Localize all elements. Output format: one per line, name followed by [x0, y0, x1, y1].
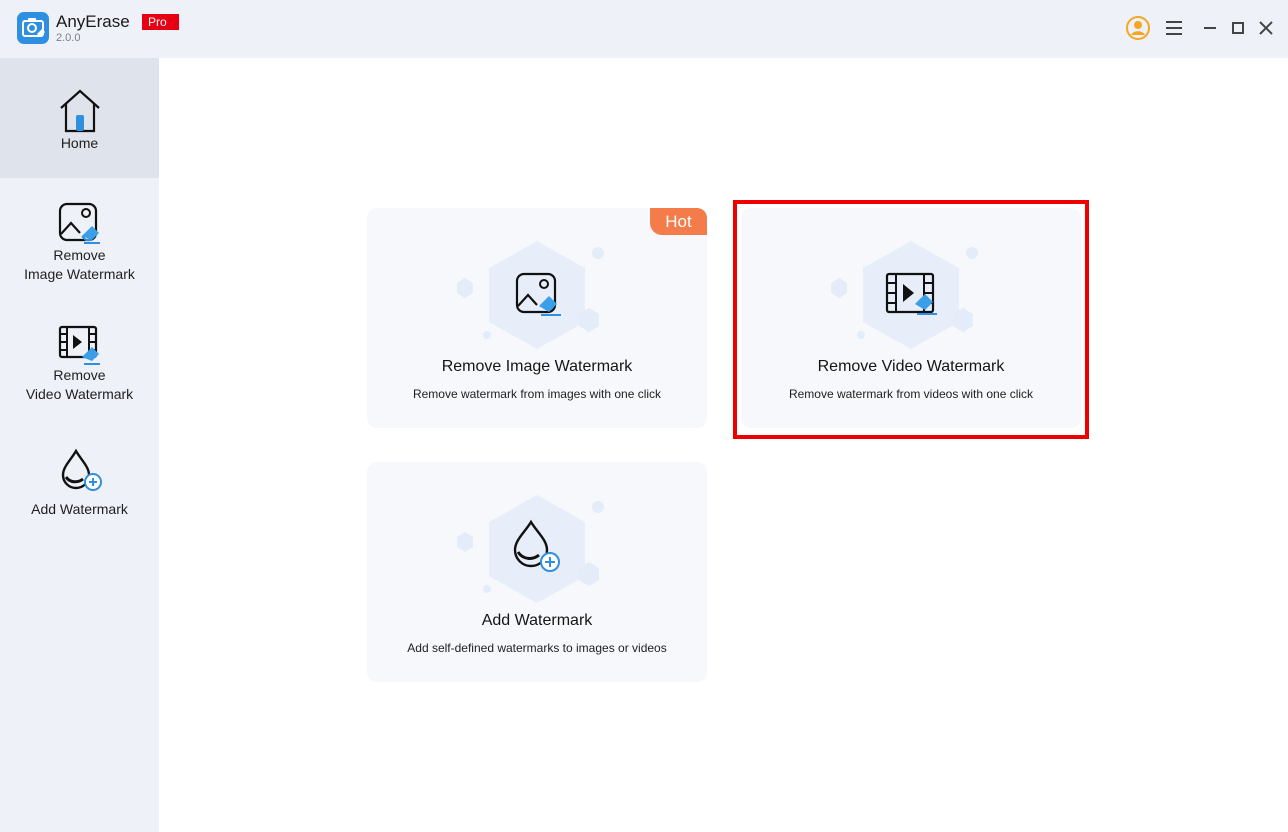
image-eraser-icon [56, 200, 104, 246]
card-description: Add self-defined watermarks to images or… [407, 641, 667, 655]
maximize-icon[interactable] [1224, 14, 1252, 42]
card-illustration [367, 462, 707, 612]
user-icon[interactable] [1124, 14, 1152, 42]
video-eraser-icon [56, 323, 104, 369]
add-watermark-card[interactable]: Add Watermark Add self-defined watermark… [367, 462, 707, 682]
remove-image-watermark-card[interactable]: Hot Remove Image Watermark Remove waterm… [367, 208, 707, 428]
title-bar: AnyErase 2.0.0 Pro [0, 0, 1288, 58]
main-content: Hot Remove Image Watermark Remove waterm… [159, 58, 1288, 832]
card-title: Remove Video Watermark [817, 358, 1005, 375]
hot-badge: Hot [650, 208, 707, 235]
app-name: AnyErase [56, 12, 130, 31]
sidebar-item-label: Image Watermark [24, 266, 135, 282]
card-description: Remove watermark from videos with one cl… [788, 387, 1034, 401]
home-icon [56, 88, 104, 134]
card-illustration [741, 208, 1081, 358]
sidebar-item-remove-video-watermark[interactable]: Remove Video Watermark [0, 303, 159, 423]
remove-video-watermark-card[interactable]: Remove Video Watermark Remove watermark … [741, 208, 1081, 428]
sidebar-item-add-watermark[interactable]: Add Watermark [0, 423, 159, 533]
sidebar-item-label: Remove [53, 367, 106, 383]
close-icon[interactable] [1252, 14, 1280, 42]
menu-icon[interactable] [1160, 14, 1188, 42]
sidebar-item-label: Add Watermark [31, 501, 128, 517]
sidebar: Home Remove Image Watermark Remove Video… [0, 58, 159, 832]
app-version: 2.0.0 [56, 32, 81, 44]
drop-add-icon [56, 447, 104, 493]
sidebar-item-label: Remove [53, 247, 106, 263]
card-title: Add Watermark [481, 612, 593, 629]
minimize-icon[interactable] [1196, 14, 1224, 42]
sidebar-item-remove-image-watermark[interactable]: Remove Image Watermark [0, 178, 159, 303]
pro-badge: Pro [142, 14, 179, 30]
sidebar-item-label: Video Watermark [25, 386, 134, 402]
sidebar-item-home[interactable]: Home [0, 58, 159, 178]
sidebar-item-label: Home [60, 135, 99, 151]
card-description: Remove watermark from images with one cl… [412, 387, 662, 401]
app-logo-icon [17, 12, 49, 44]
card-title: Remove Image Watermark [441, 358, 633, 375]
